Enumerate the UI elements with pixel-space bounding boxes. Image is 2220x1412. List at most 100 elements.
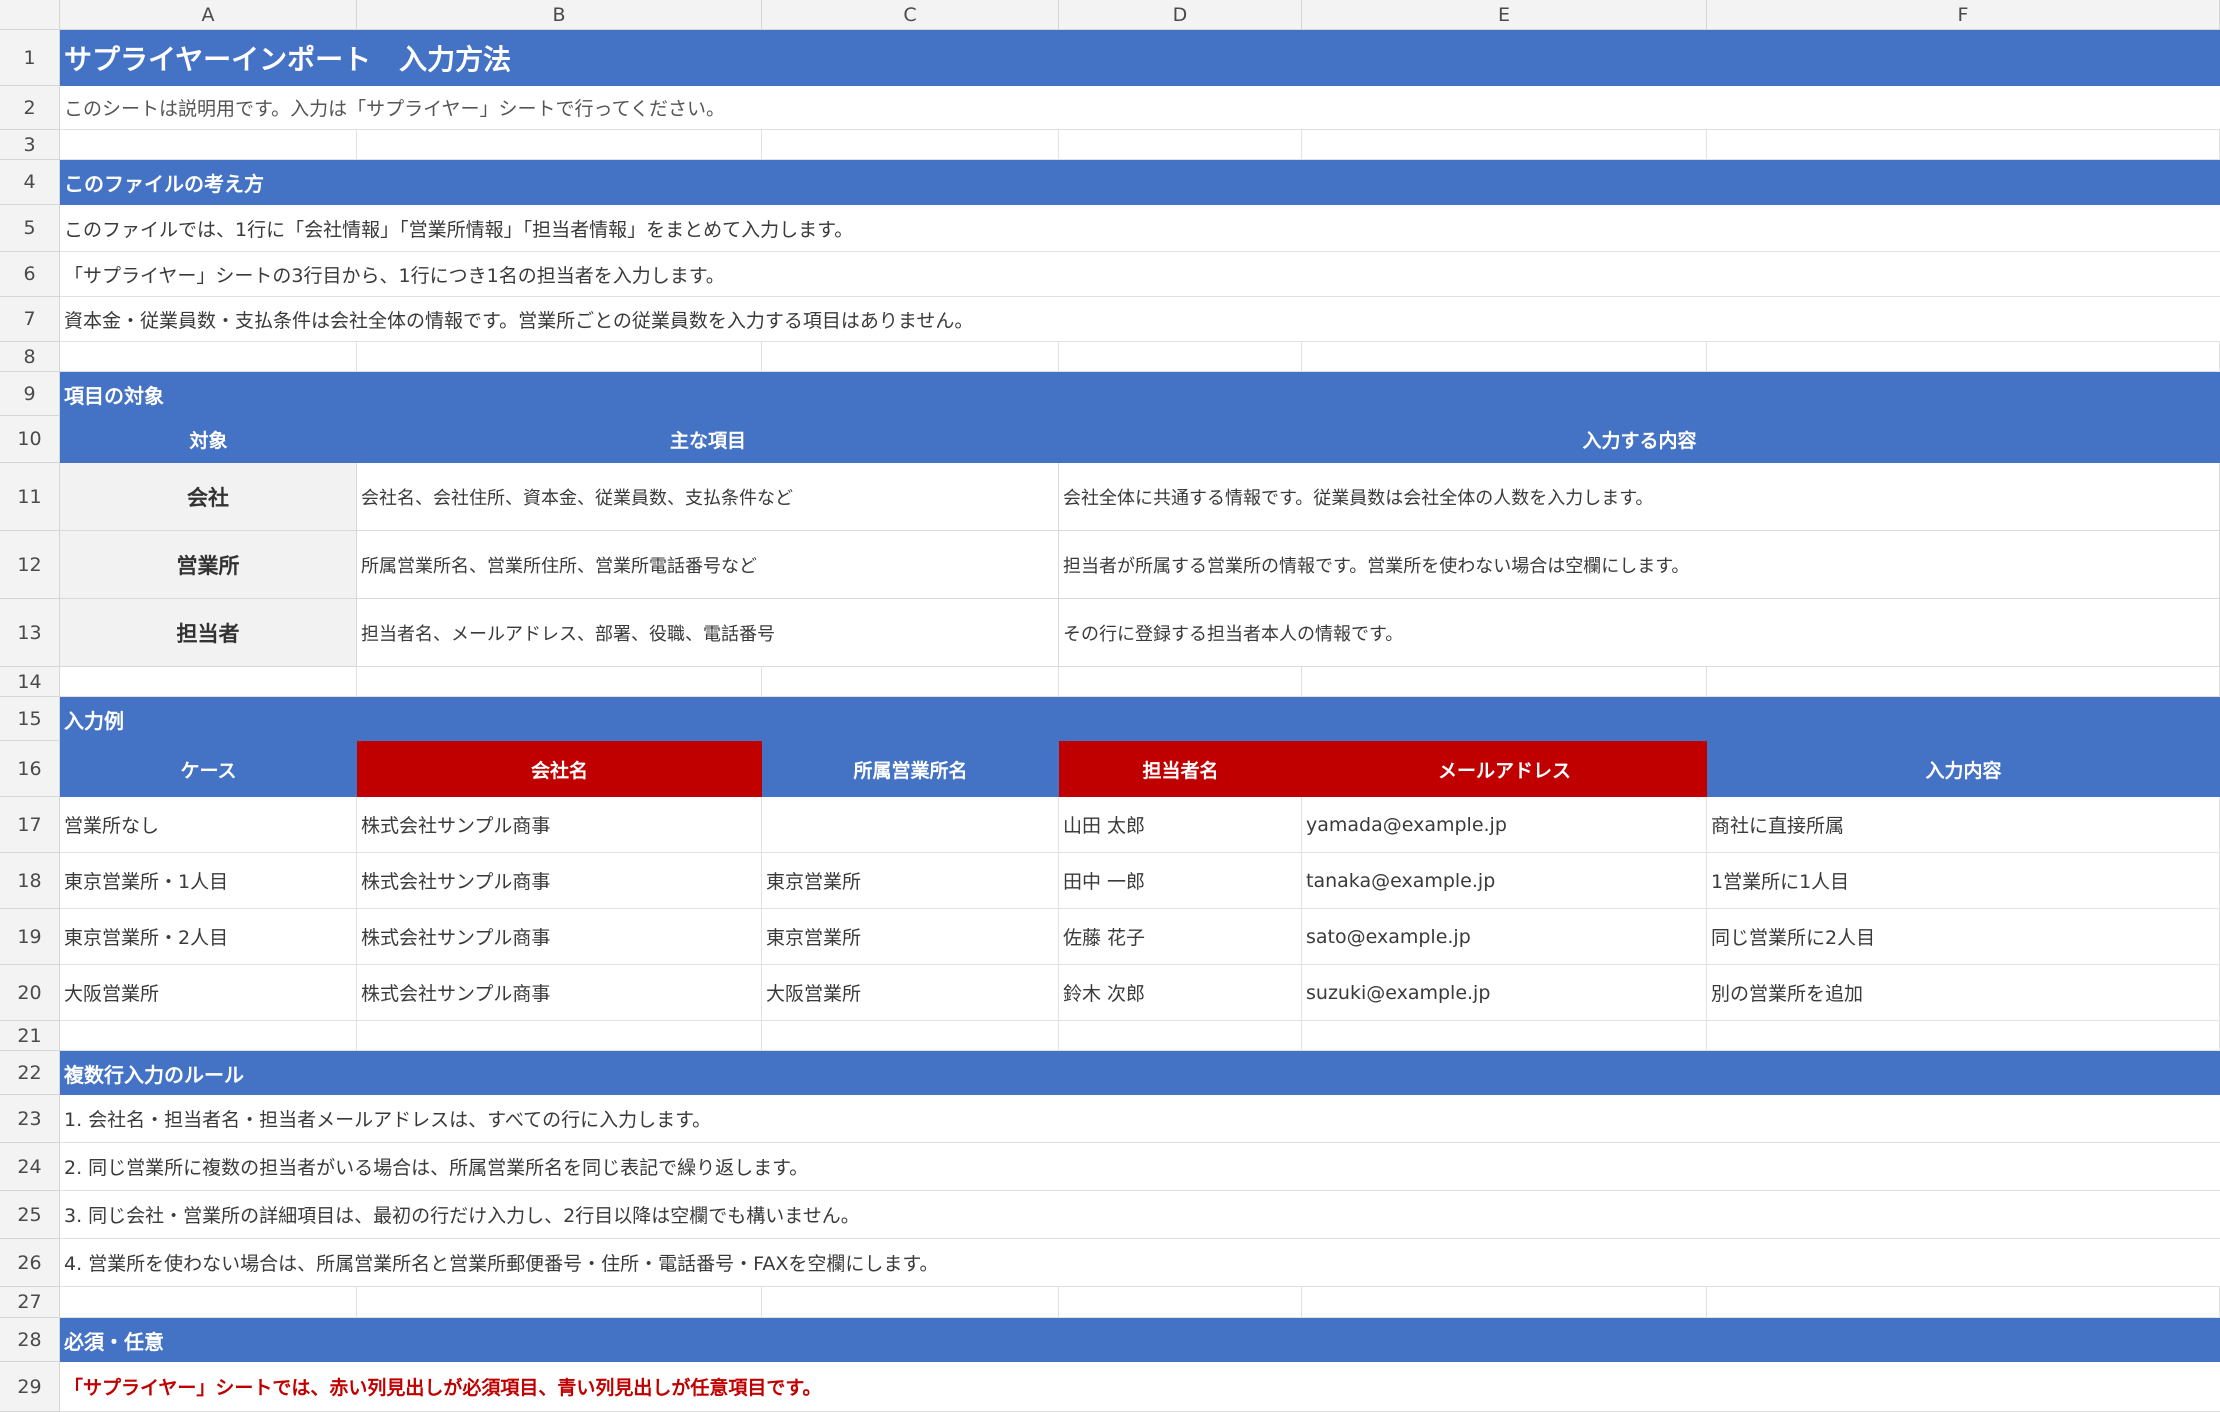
row-header[interactable]: 16	[0, 741, 60, 797]
info-note[interactable]: このシートは説明用です。入力は「サプライヤー」シートで行ってください。	[60, 86, 2220, 130]
row-header[interactable]: 13	[0, 599, 60, 667]
example-content-cell[interactable]: 別の営業所を追加	[1707, 965, 2220, 1021]
example-content-cell[interactable]: 同じ営業所に2人目	[1707, 909, 2220, 965]
example-contact-cell[interactable]: 鈴木 次郎	[1059, 965, 1302, 1021]
row-header[interactable]: 22	[0, 1051, 60, 1095]
example-case-cell[interactable]: 東京営業所・1人目	[60, 853, 357, 909]
targets-header-items[interactable]: 主な項目	[357, 416, 1059, 463]
targets-header-target[interactable]: 対象	[60, 416, 357, 463]
example-company-cell[interactable]: 株式会社サンプル商事	[357, 965, 762, 1021]
empty-cell[interactable]	[1707, 342, 2220, 372]
page-title[interactable]: サプライヤーインポート 入力方法	[60, 30, 2220, 86]
empty-cell[interactable]	[762, 1021, 1059, 1051]
row-header[interactable]: 7	[0, 297, 60, 342]
rule-line[interactable]: 1. 会社名・担当者名・担当者メールアドレスは、すべての行に入力します。	[60, 1095, 2220, 1143]
row-header[interactable]: 18	[0, 853, 60, 909]
example-office-cell[interactable]: 東京営業所	[762, 909, 1059, 965]
example-content-cell[interactable]: 商社に直接所属	[1707, 797, 2220, 853]
target-items[interactable]: 担当者名、メールアドレス、部署、役職、電話番号	[357, 599, 1059, 667]
column-header-b[interactable]: B	[357, 0, 762, 30]
example-office-cell[interactable]: 東京営業所	[762, 853, 1059, 909]
empty-cell[interactable]	[762, 342, 1059, 372]
row-header[interactable]: 28	[0, 1318, 60, 1362]
example-contact-cell[interactable]: 田中 一郎	[1059, 853, 1302, 909]
empty-cell[interactable]	[60, 342, 357, 372]
column-header-c[interactable]: C	[762, 0, 1059, 30]
target-content[interactable]: 会社全体に共通する情報です。従業員数は会社全体の人数を入力します。	[1059, 463, 2220, 531]
empty-cell[interactable]	[1707, 130, 2220, 160]
row-header[interactable]: 9	[0, 372, 60, 416]
example-header-content[interactable]: 入力内容	[1707, 741, 2220, 797]
row-header[interactable]: 26	[0, 1239, 60, 1287]
row-header[interactable]: 20	[0, 965, 60, 1021]
row-header[interactable]: 1	[0, 30, 60, 86]
column-header-a[interactable]: A	[60, 0, 357, 30]
example-email-cell[interactable]: suzuki@example.jp	[1302, 965, 1707, 1021]
empty-cell[interactable]	[1059, 1287, 1302, 1318]
section-heading-examples[interactable]: 入力例	[60, 697, 2220, 741]
row-header[interactable]: 2	[0, 86, 60, 130]
example-email-cell[interactable]: tanaka@example.jp	[1302, 853, 1707, 909]
row-header[interactable]: 25	[0, 1191, 60, 1239]
row-header[interactable]: 3	[0, 130, 60, 160]
empty-cell[interactable]	[1302, 1287, 1707, 1318]
empty-cell[interactable]	[1707, 667, 2220, 697]
empty-cell[interactable]	[762, 1287, 1059, 1318]
row-header[interactable]: 27	[0, 1287, 60, 1318]
example-case-cell[interactable]: 大阪営業所	[60, 965, 357, 1021]
empty-cell[interactable]	[1059, 667, 1302, 697]
empty-cell[interactable]	[357, 1287, 762, 1318]
target-content[interactable]: その行に登録する担当者本人の情報です。	[1059, 599, 2220, 667]
example-header-case[interactable]: ケース	[60, 741, 357, 797]
rule-line[interactable]: 4. 営業所を使わない場合は、所属営業所名と営業所郵便番号・住所・電話番号・FA…	[60, 1239, 2220, 1287]
row-header[interactable]: 17	[0, 797, 60, 853]
column-header-d[interactable]: D	[1059, 0, 1302, 30]
empty-cell[interactable]	[357, 130, 762, 160]
select-all-corner[interactable]	[0, 0, 60, 30]
empty-cell[interactable]	[357, 342, 762, 372]
section-heading-required[interactable]: 必須・任意	[60, 1318, 2220, 1362]
target-items[interactable]: 会社名、会社住所、資本金、従業員数、支払条件など	[357, 463, 1059, 531]
row-header[interactable]: 8	[0, 342, 60, 372]
concept-line[interactable]: このファイルでは、1行に「会社情報」「営業所情報」「担当者情報」をまとめて入力し…	[60, 205, 2220, 252]
row-header[interactable]: 4	[0, 160, 60, 205]
example-company-cell[interactable]: 株式会社サンプル商事	[357, 909, 762, 965]
rule-line[interactable]: 2. 同じ営業所に複数の担当者がいる場合は、所属営業所名を同じ表記で繰り返します…	[60, 1143, 2220, 1191]
empty-cell[interactable]	[60, 130, 357, 160]
row-header[interactable]: 6	[0, 252, 60, 297]
empty-cell[interactable]	[1707, 1287, 2220, 1318]
empty-cell[interactable]	[1302, 1021, 1707, 1051]
empty-cell[interactable]	[1302, 342, 1707, 372]
example-contact-cell[interactable]: 山田 太郎	[1059, 797, 1302, 853]
example-header-contact[interactable]: 担当者名	[1059, 741, 1302, 797]
example-header-office[interactable]: 所属営業所名	[762, 741, 1059, 797]
row-header[interactable]: 29	[0, 1362, 60, 1412]
empty-cell[interactable]	[60, 667, 357, 697]
row-header[interactable]: 19	[0, 909, 60, 965]
section-heading-rules[interactable]: 複数行入力のルール	[60, 1051, 2220, 1095]
empty-cell[interactable]	[1302, 667, 1707, 697]
column-header-e[interactable]: E	[1302, 0, 1707, 30]
example-case-cell[interactable]: 東京営業所・2人目	[60, 909, 357, 965]
empty-cell[interactable]	[762, 667, 1059, 697]
example-header-company[interactable]: 会社名	[357, 741, 762, 797]
example-contact-cell[interactable]: 佐藤 花子	[1059, 909, 1302, 965]
empty-cell[interactable]	[762, 130, 1059, 160]
target-items[interactable]: 所属営業所名、営業所住所、営業所電話番号など	[357, 531, 1059, 599]
example-case-cell[interactable]: 営業所なし	[60, 797, 357, 853]
concept-line[interactable]: 資本金・従業員数・支払条件は会社全体の情報です。営業所ごとの従業員数を入力する項…	[60, 297, 2220, 342]
row-header[interactable]: 11	[0, 463, 60, 531]
empty-cell[interactable]	[60, 1287, 357, 1318]
column-header-f[interactable]: F	[1707, 0, 2220, 30]
empty-cell[interactable]	[1059, 1021, 1302, 1051]
example-company-cell[interactable]: 株式会社サンプル商事	[357, 797, 762, 853]
concept-line[interactable]: 「サプライヤー」シートの3行目から、1行につき1名の担当者を入力します。	[60, 252, 2220, 297]
row-header[interactable]: 14	[0, 667, 60, 697]
row-header[interactable]: 5	[0, 205, 60, 252]
empty-cell[interactable]	[1059, 130, 1302, 160]
empty-cell[interactable]	[1707, 1021, 2220, 1051]
target-label[interactable]: 営業所	[60, 531, 357, 599]
row-header[interactable]: 21	[0, 1021, 60, 1051]
example-company-cell[interactable]: 株式会社サンプル商事	[357, 853, 762, 909]
required-note[interactable]: 「サプライヤー」シートでは、赤い列見出しが必須項目、青い列見出しが任意項目です。	[60, 1362, 2220, 1412]
